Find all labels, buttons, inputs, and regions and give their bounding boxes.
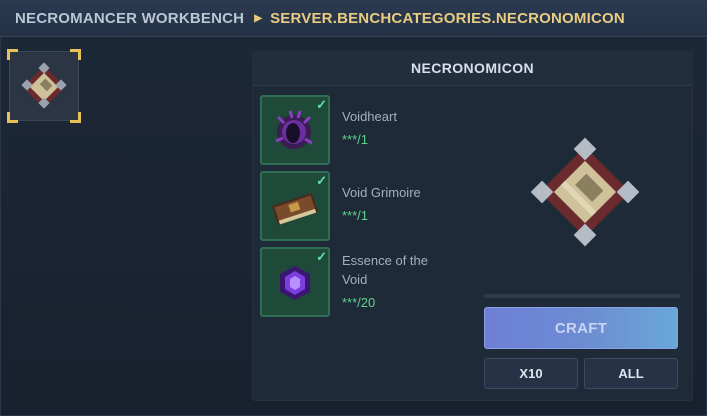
divider [484,294,680,298]
ingredient-count: ***/1 [342,132,369,147]
craft-x10-button[interactable]: X10 [484,358,578,389]
necronomicon-icon [21,62,67,109]
selection-corner [70,49,81,60]
breadcrumb-separator-icon: ▶ [254,12,263,24]
ingredient-slot-essence-of-the-void[interactable]: ✓ [260,247,330,317]
recipe-title: NECRONOMICON [252,51,693,86]
ingredient-name: Void Grimoire [342,185,421,200]
breadcrumb: NECROMANCER WORKBENCH ▶ SERVER.BENCHCATE… [0,0,707,37]
selection-corner [7,112,18,123]
craft-button[interactable]: CRAFT [484,307,678,349]
craft-all-button[interactable]: ALL [584,358,678,389]
check-icon: ✓ [316,249,327,264]
ingredient-count: ***/1 [342,208,369,223]
recipe-panel: NECRONOMICON ✓ Voidheart ***/1 ✓ Void Gr… [252,51,693,401]
ingredient-name: Voidheart [342,109,397,124]
necronomicon-icon [530,137,640,247]
ingredient-count: ***/20 [342,295,376,310]
breadcrumb-root[interactable]: NECROMANCER WORKBENCH [15,10,244,27]
breadcrumb-category: SERVER.BENCHCATEGORIES.NECRONOMICON [270,9,625,27]
category-slot-necronomicon[interactable] [7,49,81,123]
check-icon: ✓ [316,173,327,188]
check-icon: ✓ [316,97,327,112]
ingredient-slot-void-grimoire[interactable]: ✓ [260,171,330,241]
selection-corner [70,112,81,123]
ingredient-slot-voidheart[interactable]: ✓ [260,95,330,165]
selection-corner [7,49,18,60]
workbench-window: NECROMANCER WORKBENCH ▶ SERVER.BENCHCATE… [0,0,707,416]
ingredient-name: Essence of the Void [342,253,428,287]
